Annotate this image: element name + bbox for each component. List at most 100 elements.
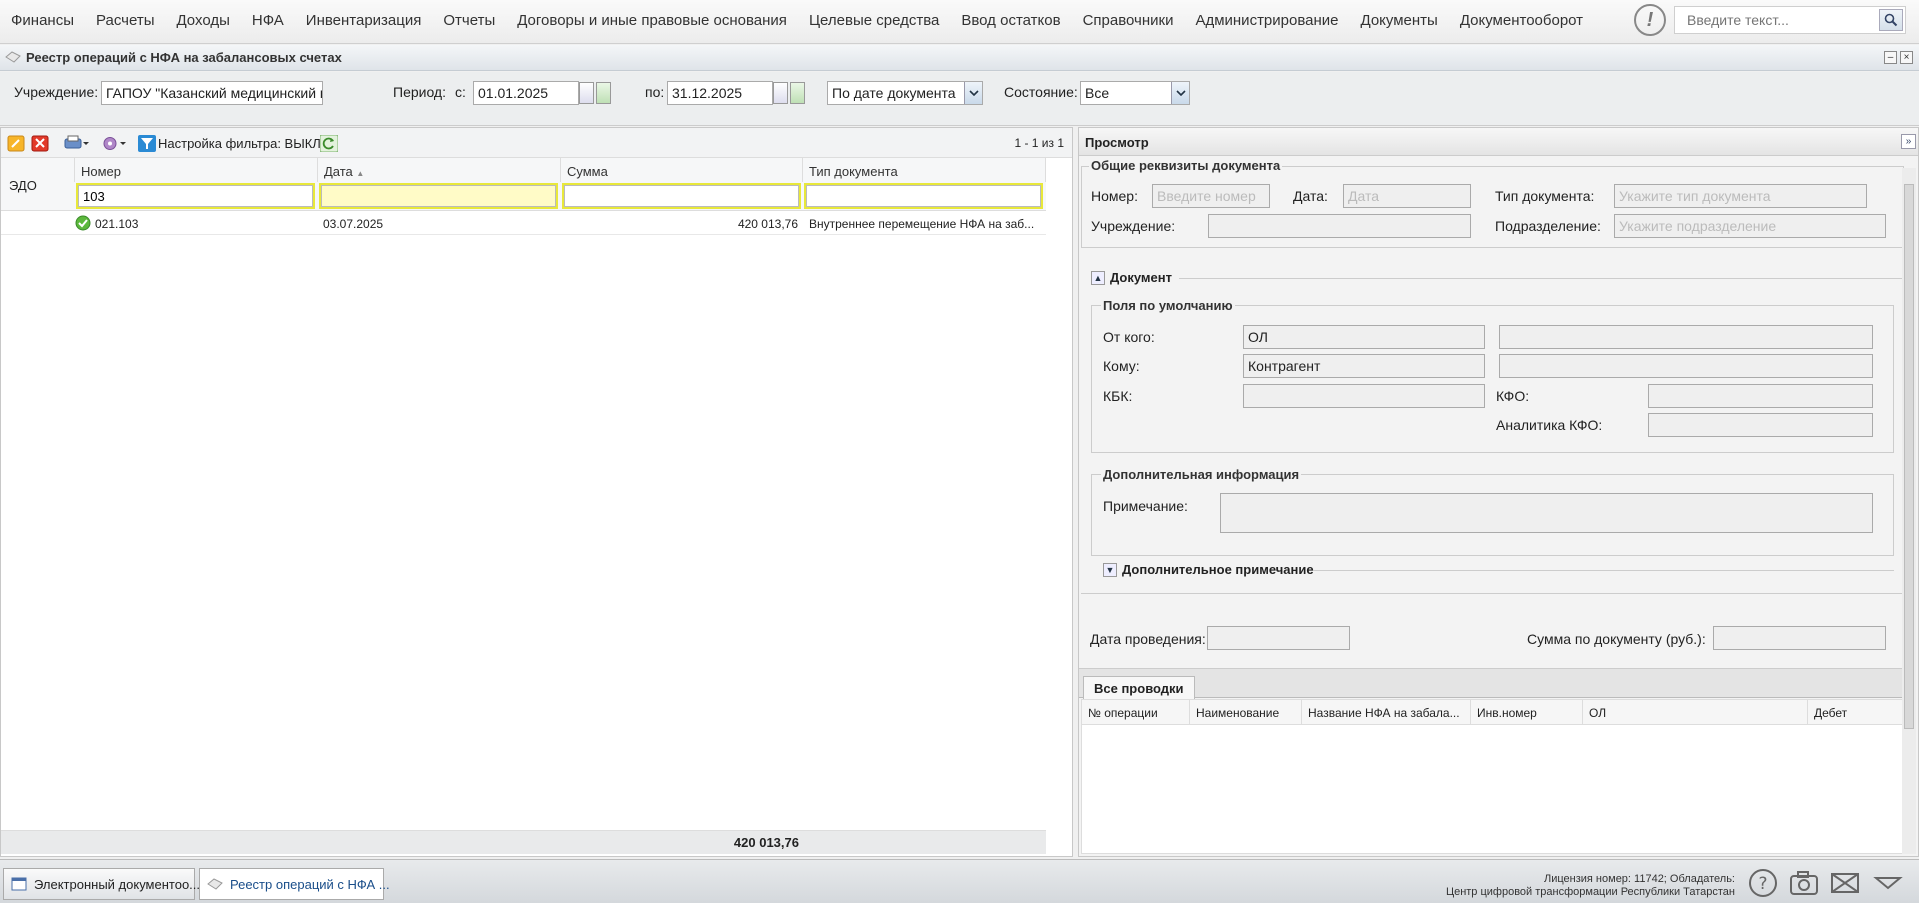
- filter-sum-input[interactable]: [564, 185, 799, 207]
- menu-item-finance[interactable]: Финансы: [0, 12, 85, 29]
- chevron-down-icon[interactable]: [1873, 868, 1903, 898]
- kbk-field[interactable]: [1243, 384, 1485, 408]
- column-doc-type[interactable]: Тип документа: [803, 158, 1046, 182]
- doc-date-field[interactable]: Дата: [1343, 184, 1471, 208]
- institution-field[interactable]: ГАПОУ "Казанский медицинский к: [101, 81, 323, 105]
- menu-item-payments[interactable]: Расчеты: [85, 12, 166, 29]
- menu-item-contracts[interactable]: Договоры и иные правовые основания: [506, 12, 798, 29]
- column-edo: ЭДО: [9, 178, 37, 193]
- grid-header: ЭДО Номер Дата ▲ Сумма Тип документа: [1, 158, 1046, 211]
- kfo-analytics-label: Аналитика КФО:: [1496, 417, 1603, 433]
- scrollbar-thumb[interactable]: [1904, 184, 1914, 729]
- menu-item-reports[interactable]: Отчеты: [432, 12, 506, 29]
- doc-sum-field[interactable]: [1713, 626, 1886, 650]
- task-registry[interactable]: Реестр операций с НФА ...: [199, 868, 390, 900]
- refresh-icon[interactable]: [320, 135, 338, 152]
- camera-icon[interactable]: [1789, 868, 1819, 898]
- task-edo[interactable]: Электронный документоо...: [3, 868, 200, 900]
- main-menu: Финансы Расчеты Доходы НФА Инвентаризаци…: [0, 0, 1594, 40]
- institution-label: Учреждение:: [14, 84, 99, 100]
- col-nfa-name[interactable]: Название НФА на забала...: [1302, 700, 1471, 725]
- calendar-reset-icon[interactable]: [596, 82, 611, 104]
- mail-icon[interactable]: [1830, 868, 1860, 898]
- doc-number-field[interactable]: Введите номер: [1152, 184, 1270, 208]
- preview-institution-field[interactable]: [1208, 214, 1471, 238]
- col-inv-number[interactable]: Инв.номер: [1471, 700, 1583, 725]
- column-number[interactable]: Номер: [74, 158, 318, 182]
- doctype-label: Тип документа:: [1495, 188, 1595, 204]
- chevron-down-icon[interactable]: [1171, 82, 1189, 104]
- column-sum[interactable]: Сумма: [561, 158, 803, 182]
- registry-grid-panel: Настройка фильтра: ВЫКЛ 1 - 1 из 1 ЭДО Н…: [0, 127, 1073, 857]
- date-mode-select[interactable]: По дате документа: [827, 81, 983, 105]
- chevron-down-icon[interactable]: [964, 82, 982, 104]
- filter-bar: Учреждение: ГАПОУ "Казанский медицинский…: [0, 72, 1919, 126]
- defaults-legend: Поля по умолчанию: [1101, 298, 1235, 313]
- period-from-field[interactable]: 01.01.2025: [473, 81, 579, 105]
- filter-date-input[interactable]: [321, 185, 556, 207]
- license-info: Лицензия номер: 11742; Обладатель: Центр…: [1446, 873, 1735, 899]
- task-registry-label: Реестр операций с НФА ...: [230, 877, 390, 892]
- period-to-field[interactable]: 31.12.2025: [667, 81, 773, 105]
- filter-doc-type-cell: [804, 183, 1043, 209]
- col-operation-no[interactable]: № операции: [1082, 700, 1190, 725]
- delete-icon[interactable]: [31, 135, 49, 152]
- table-row[interactable]: 021.103 03.07.2025 420 013,76 Внутреннее…: [1, 213, 1046, 235]
- calendar-reset-icon[interactable]: [790, 82, 805, 104]
- search-input[interactable]: [1675, 7, 1879, 33]
- from-label: От кого:: [1103, 329, 1155, 345]
- menu-item-nfa[interactable]: НФА: [241, 12, 295, 29]
- taskbar: Электронный документоо... Реестр операци…: [0, 859, 1919, 903]
- col-ol[interactable]: ОЛ: [1583, 700, 1808, 725]
- kfo-field[interactable]: [1648, 384, 1873, 408]
- tab-all-postings[interactable]: Все проводки: [1083, 676, 1195, 700]
- filter-number-input[interactable]: [78, 185, 313, 207]
- state-select[interactable]: Все: [1080, 81, 1190, 105]
- notifications-icon[interactable]: !: [1634, 4, 1666, 36]
- menu-item-balances[interactable]: Ввод остатков: [950, 12, 1071, 29]
- collapse-document-icon[interactable]: ▲: [1091, 271, 1105, 285]
- menu-item-income[interactable]: Доходы: [165, 12, 240, 29]
- col-name[interactable]: Наименование: [1190, 700, 1302, 725]
- menu-item-documents[interactable]: Документы: [1350, 12, 1449, 29]
- help-icon[interactable]: ?: [1748, 868, 1778, 898]
- filter-doc-type-input[interactable]: [806, 185, 1041, 207]
- note-field[interactable]: [1220, 493, 1873, 533]
- minimize-button[interactable]: –: [1884, 51, 1897, 64]
- from-field[interactable]: ОЛ: [1243, 325, 1485, 349]
- filter-icon[interactable]: [138, 135, 156, 152]
- menu-item-inventory[interactable]: Инвентаризация: [295, 12, 433, 29]
- menu-item-target-funds[interactable]: Целевые средства: [798, 12, 950, 29]
- doctype-field[interactable]: Укажите тип документа: [1614, 184, 1867, 208]
- menu-item-references[interactable]: Справочники: [1072, 12, 1185, 29]
- state-label: Состояние:: [1004, 84, 1078, 100]
- edit-icon[interactable]: [7, 135, 25, 152]
- kfo-label: КФО:: [1496, 388, 1530, 404]
- collapse-panel-icon[interactable]: »: [1901, 134, 1916, 149]
- paging-info: 1 - 1 из 1: [1014, 136, 1064, 150]
- col-debit[interactable]: Дебет: [1808, 700, 1904, 725]
- settings-icon[interactable]: [101, 135, 127, 152]
- window-icon: [11, 877, 27, 891]
- division-field[interactable]: Укажите подразделение: [1614, 214, 1886, 238]
- search-icon[interactable]: [1879, 9, 1903, 31]
- from-extra-field[interactable]: [1499, 325, 1873, 349]
- period-to-label: по:: [645, 84, 665, 100]
- posting-date-field[interactable]: [1207, 626, 1350, 650]
- close-window-button[interactable]: ×: [1900, 51, 1913, 64]
- calendar-icon[interactable]: [773, 82, 788, 104]
- to-field[interactable]: Контрагент: [1243, 354, 1485, 378]
- window-title: Реестр операций с НФА на забалансовых сч…: [26, 50, 342, 65]
- column-date[interactable]: Дата ▲: [318, 158, 561, 182]
- print-icon[interactable]: [64, 135, 90, 152]
- filter-number-cell: [76, 183, 315, 209]
- calendar-icon[interactable]: [579, 82, 594, 104]
- menu-item-admin[interactable]: Администрирование: [1184, 12, 1349, 29]
- kfo-analytics-field[interactable]: [1648, 413, 1873, 437]
- menu-item-docflow[interactable]: Документооборот: [1449, 12, 1594, 29]
- preview-scrollbar[interactable]: [1902, 168, 1916, 854]
- expand-extra-note-icon[interactable]: ▼: [1103, 563, 1117, 577]
- top-menu-bar: Финансы Расчеты Доходы НФА Инвентаризаци…: [0, 0, 1919, 44]
- filter-setting-toggle[interactable]: Настройка фильтра: ВЫКЛ: [158, 136, 321, 151]
- to-extra-field[interactable]: [1499, 354, 1873, 378]
